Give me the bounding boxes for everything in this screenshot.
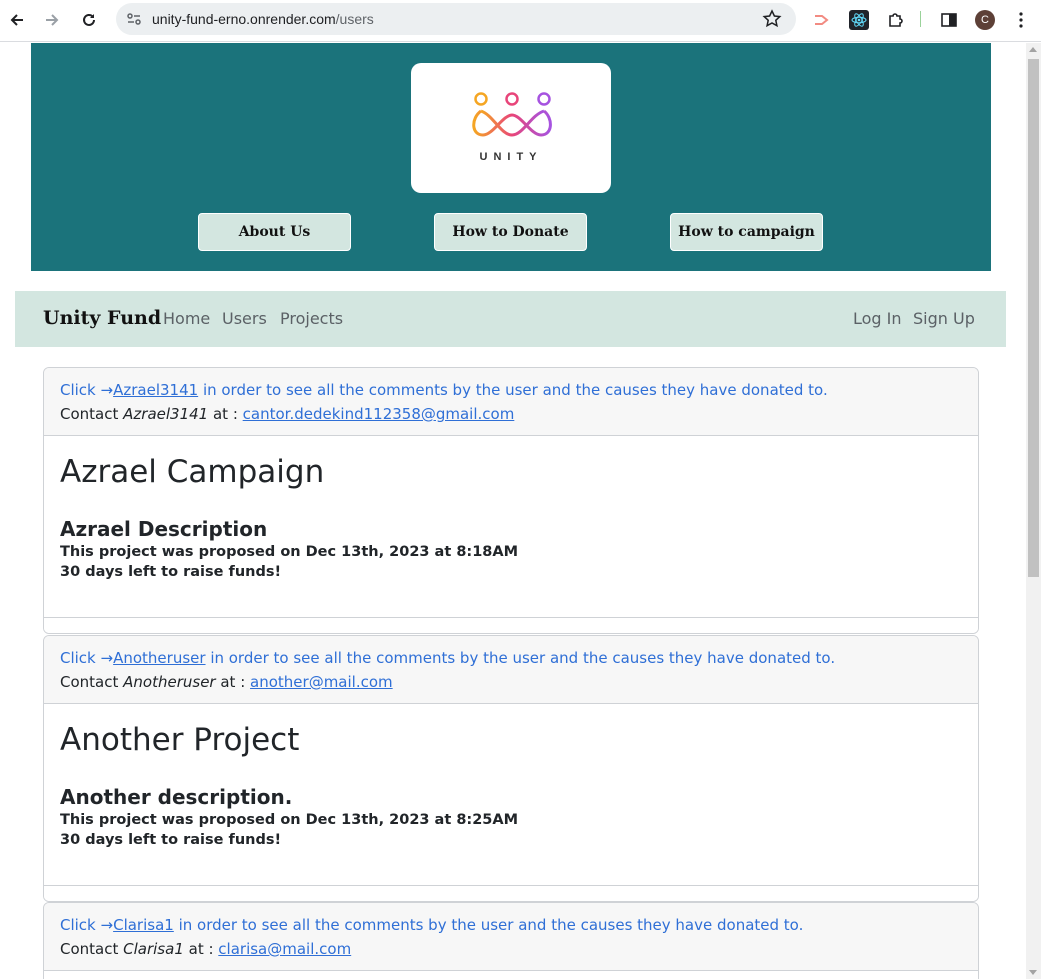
- scrollbar-thumb[interactable]: [1028, 59, 1039, 577]
- arrow-right-icon: [46, 14, 59, 26]
- login-link[interactable]: Log In: [853, 309, 902, 328]
- nav-link-home[interactable]: Home: [163, 309, 210, 328]
- contact-line: Contact Azrael3141 at : cantor.dedekind1…: [60, 405, 515, 423]
- side-panel-icon[interactable]: [936, 7, 962, 33]
- card-body: Azrael Campaign Azrael Description This …: [44, 436, 978, 582]
- card-header: Click →Clarisa1 in order to see all the …: [44, 903, 978, 971]
- email-link[interactable]: clarisa@mail.com: [218, 940, 351, 958]
- hero-banner: UNITY About Us How to Donate How to camp…: [31, 43, 991, 271]
- email-link[interactable]: another@mail.com: [250, 673, 393, 691]
- url-text[interactable]: unity-fund-erno.onrender.com/users: [152, 11, 374, 27]
- how-to-donate-button[interactable]: How to Donate: [434, 213, 587, 251]
- project-description: Another description.: [60, 785, 293, 809]
- contact-line: Contact Anotheruser at : another@mail.co…: [60, 673, 393, 691]
- contact-line: Contact Clarisa1 at : clarisa@mail.com: [60, 940, 352, 958]
- scroll-down-arrow-icon[interactable]: [1029, 970, 1037, 975]
- about-us-button[interactable]: About Us: [198, 213, 351, 251]
- how-to-campaign-button[interactable]: How to campaign: [670, 213, 823, 251]
- username-link[interactable]: Azrael3141: [113, 381, 198, 399]
- days-left: 30 days left to raise funds!: [60, 564, 282, 580]
- main-navbar: Unity Fund Home Users Projects Log In Si…: [15, 291, 1006, 347]
- card-footer: [44, 885, 978, 901]
- username-link[interactable]: Anotheruser: [113, 649, 205, 667]
- user-link-line: Click →Clarisa1 in order to see all the …: [60, 916, 804, 934]
- extension-arrow-icon[interactable]: [809, 7, 835, 33]
- reload-icon: [83, 13, 95, 26]
- brand-link[interactable]: Unity Fund: [43, 307, 161, 329]
- user-link-line: Click →Anotheruser in order to see all t…: [60, 649, 836, 667]
- proposed-date: This project was proposed on Dec 13th, 2…: [60, 812, 519, 828]
- card-body: Another Project Another description. Thi…: [44, 704, 978, 850]
- user-link-line: Click →Azrael3141 in order to see all th…: [60, 381, 828, 399]
- card-footer: [44, 617, 978, 633]
- bookmark-star-icon[interactable]: [762, 9, 782, 29]
- proposed-date: This project was proposed on Dec 13th, 2…: [60, 544, 519, 560]
- address-bar[interactable]: unity-fund-erno.onrender.com/users: [116, 3, 796, 35]
- arrow-left-icon: [10, 14, 23, 26]
- email-link[interactable]: cantor.dedekind112358@gmail.com: [243, 405, 515, 423]
- page-content: UNITY About Us How to Donate How to camp…: [0, 43, 1026, 979]
- days-left: 30 days left to raise funds!: [60, 832, 282, 848]
- browser-toolbar: unity-fund-erno.onrender.com/users C: [0, 0, 1041, 42]
- page-scrollbar[interactable]: [1026, 43, 1041, 979]
- toolbar-divider: [920, 11, 921, 27]
- nav-link-users[interactable]: Users: [222, 309, 267, 328]
- reload-button[interactable]: [75, 6, 103, 34]
- react-devtools-icon[interactable]: [846, 7, 872, 33]
- site-settings-icon[interactable]: [126, 11, 142, 27]
- project-title: Another Project: [60, 722, 300, 758]
- extensions-puzzle-icon[interactable]: [883, 7, 909, 33]
- project-description: Azrael Description: [60, 517, 268, 541]
- project-card: Click →Anotheruser in order to see all t…: [43, 635, 979, 902]
- scroll-up-arrow-icon[interactable]: [1029, 47, 1037, 52]
- card-header: Click →Anotheruser in order to see all t…: [44, 636, 978, 704]
- menu-kebab-icon[interactable]: [1008, 7, 1034, 33]
- project-card: Click →Clarisa1 in order to see all the …: [43, 902, 979, 979]
- forward-button[interactable]: [38, 6, 66, 34]
- logo-wordmark: UNITY: [479, 151, 543, 163]
- back-button[interactable]: [3, 6, 31, 34]
- profile-avatar[interactable]: C: [972, 7, 998, 33]
- project-title: Azrael Campaign: [60, 454, 325, 490]
- unity-logo-icon: [472, 92, 552, 137]
- signup-link[interactable]: Sign Up: [913, 309, 975, 328]
- card-header: Click →Azrael3141 in order to see all th…: [44, 368, 978, 436]
- nav-link-projects[interactable]: Projects: [280, 309, 343, 328]
- project-card: Click →Azrael3141 in order to see all th…: [43, 367, 979, 634]
- username-link[interactable]: Clarisa1: [113, 916, 174, 934]
- unity-logo: UNITY: [411, 63, 611, 193]
